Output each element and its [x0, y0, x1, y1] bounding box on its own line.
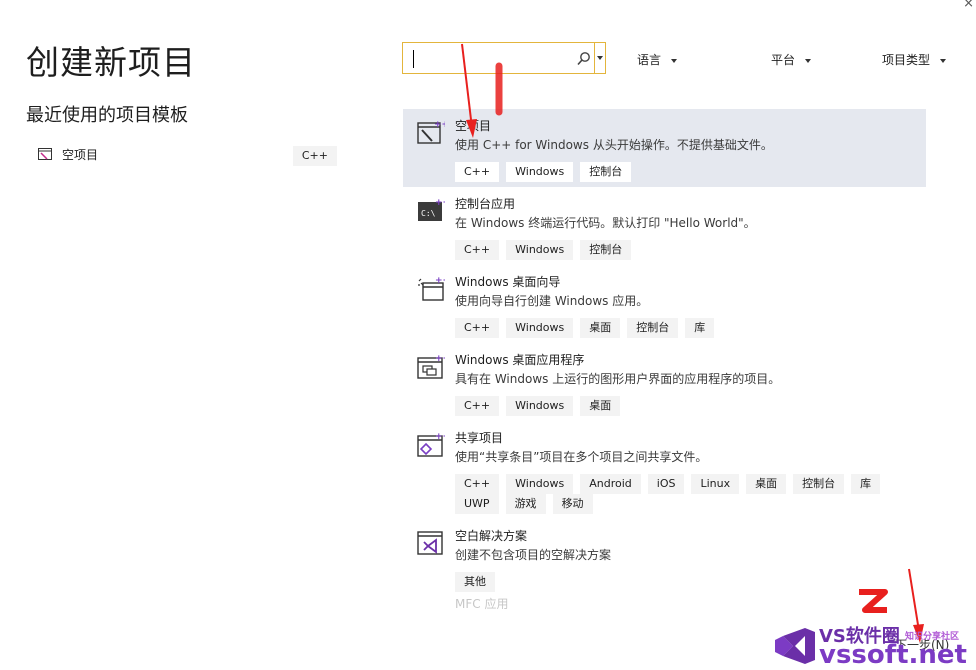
desktop-wizard-icon: ++ — [418, 276, 445, 301]
annotation-arrow — [461, 43, 503, 138]
recent-template-item[interactable]: 空项目 C++ — [36, 142, 346, 168]
tag: 移动 — [552, 494, 593, 514]
tag: 控制台 — [627, 318, 679, 338]
svg-text:++: ++ — [435, 432, 445, 442]
tag: UWP — [455, 494, 499, 514]
tag: 桌面 — [746, 474, 787, 494]
project-tags: C++ Windows 桌面 控制台库 — [455, 316, 915, 338]
empty-project-icon — [38, 148, 52, 160]
tag: 其他 — [455, 572, 495, 592]
tag: Windows — [506, 240, 574, 260]
project-item-desktop-app[interactable]: ++ Windows 桌面应用程序 具有在 Windows 上运行的图形用户界面… — [403, 343, 926, 421]
project-tags: 其他 — [455, 570, 915, 592]
svg-text:++: ++ — [435, 354, 445, 364]
desktop-app-icon: ++ — [417, 354, 445, 379]
project-type-filter-label: 项目类型 — [882, 53, 931, 67]
tag: Android — [580, 474, 641, 494]
project-tags: C++ Windows 控制台 — [455, 160, 915, 182]
project-name: 共享项目 — [455, 431, 504, 445]
svg-text:++: ++ — [435, 276, 445, 286]
project-item-console-app[interactable]: C:\ ++ 控制台应用 在 Windows 终端运行代码。默认打印 "Hell… — [403, 187, 926, 265]
project-tags: C++ Windows 控制台 — [455, 238, 915, 260]
tag: C++ — [455, 162, 500, 182]
project-name: Windows 桌面应用程序 — [455, 353, 585, 367]
tag: C++ — [455, 240, 500, 260]
platform-filter[interactable]: 平台 — [771, 51, 812, 69]
tag: 游戏 — [505, 494, 546, 514]
chevron-down-icon — [805, 58, 812, 63]
tag: Windows — [506, 318, 574, 338]
search-dropdown-button[interactable] — [594, 43, 605, 73]
project-tags: C++ Windows 桌面 — [455, 394, 915, 416]
tag: C++ — [455, 474, 500, 494]
tag: 库 — [851, 474, 881, 494]
tag: Windows — [506, 396, 574, 416]
tag: C++ — [455, 318, 500, 338]
chevron-down-icon — [671, 58, 678, 63]
close-icon[interactable]: × — [963, 0, 974, 11]
language-filter[interactable]: 语言 — [637, 51, 678, 69]
blank-solution-icon — [417, 531, 443, 555]
project-description: 创建不包含项目的空解决方案 — [455, 548, 612, 562]
tag: 库 — [685, 318, 715, 338]
search-icon[interactable] — [576, 51, 592, 67]
tag: C++ — [455, 396, 500, 416]
watermark-domain: vssoft.net — [819, 640, 967, 670]
page-title: 创建新项目 — [26, 43, 196, 82]
project-description: 使用向导自行创建 Windows 应用。 — [455, 294, 649, 308]
svg-text:C:\: C:\ — [421, 209, 436, 218]
project-tags: C++ Windows Android iOS Linux 桌面 控制台库 UWP 游戏 移动 — [455, 472, 915, 514]
project-description: 在 Windows 终端运行代码。默认打印 "Hello World"。 — [455, 216, 756, 230]
project-type-filter[interactable]: 项目类型 — [882, 51, 947, 69]
tag: 控制台 — [580, 240, 632, 260]
console-app-icon: C:\ ++ — [418, 198, 445, 221]
project-description: 使用“共享条目”项目在多个项目之间共享文件。 — [455, 450, 708, 464]
tag: Windows — [506, 474, 574, 494]
zhihu-logo — [859, 589, 888, 613]
platform-filter-label: 平台 — [771, 53, 796, 67]
project-name: Windows 桌面向导 — [455, 275, 561, 289]
project-name: MFC 应用 — [455, 597, 509, 611]
project-name: 空白解决方案 — [455, 529, 528, 543]
recent-template-label: 空项目 — [62, 148, 99, 162]
chevron-down-icon — [940, 58, 947, 63]
tag: 控制台 — [580, 162, 632, 182]
recent-template-tag: C++ — [292, 146, 337, 166]
visual-studio-logo — [775, 628, 815, 664]
tag: Linux — [691, 474, 740, 494]
project-item-desktop-wizard[interactable]: ++ Windows 桌面向导 使用向导自行创建 Windows 应用。 C++… — [403, 265, 926, 343]
language-filter-label: 语言 — [637, 53, 662, 67]
project-description: 具有在 Windows 上运行的图形用户界面的应用程序的项目。 — [455, 372, 781, 386]
recent-templates-heading: 最近使用的项目模板 — [26, 105, 188, 126]
watermark: VS软件圈 知识分享社区 vssoft.net — [773, 589, 976, 670]
text-caret — [413, 50, 414, 68]
tag: Windows — [506, 162, 574, 182]
tag: 桌面 — [580, 396, 621, 416]
project-name: 控制台应用 — [455, 197, 516, 211]
tag: iOS — [647, 474, 685, 494]
svg-text:++: ++ — [435, 198, 445, 208]
tag: 桌面 — [580, 318, 621, 338]
tag: 控制台 — [793, 474, 845, 494]
project-template-list[interactable]: ++ 空项目 使用 C++ for Windows 从头开始操作。不提供基础文件… — [403, 109, 926, 617]
project-item-blank-solution[interactable]: 空白解决方案 创建不包含项目的空解决方案 其他 — [403, 519, 926, 597]
project-item-shared[interactable]: ++ 共享项目 使用“共享条目”项目在多个项目之间共享文件。 C++ Window… — [403, 421, 926, 519]
shared-project-icon: ++ — [417, 432, 445, 457]
